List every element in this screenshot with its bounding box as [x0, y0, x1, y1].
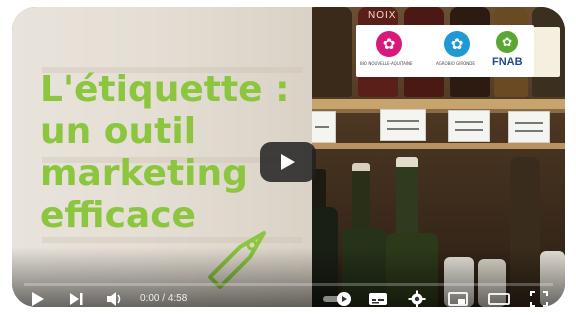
- time-display: 0:00 / 4:58: [140, 293, 187, 304]
- subtitles-icon: [369, 293, 387, 305]
- progress-bar[interactable]: [24, 283, 553, 286]
- next-button[interactable]: [68, 289, 84, 307]
- duration: 4:58: [167, 293, 188, 304]
- large-play-button[interactable]: [260, 142, 316, 182]
- title-line: L'étiquette :: [40, 69, 290, 110]
- partner-logos: ✿ BIO NOUVELLE-AQUITAINE ✿ AGROBIO GIRON…: [356, 25, 534, 77]
- autoplay-toggle-icon: [323, 292, 351, 306]
- play-icon: [32, 292, 44, 306]
- subtitles-button[interactable]: [368, 289, 388, 307]
- logo-caption: BIO NOUVELLE-AQUITAINE: [360, 61, 413, 66]
- shelf-board: [302, 143, 565, 149]
- video-player[interactable]: NOIX ✿ BIO NOUVELLE-AQUITAINE ✿ AGROBIO …: [12, 7, 565, 307]
- autoplay-toggle[interactable]: [322, 289, 352, 307]
- gear-icon: [408, 290, 426, 307]
- play-icon: [281, 154, 295, 170]
- volume-icon: [107, 292, 121, 306]
- miniplayer-icon: [448, 292, 468, 306]
- theater-mode-button[interactable]: [488, 289, 510, 307]
- volume-button[interactable]: [106, 289, 124, 307]
- fullscreen-icon: [530, 291, 548, 307]
- fnab-logo-icon: ✿: [496, 31, 518, 53]
- price-tag: [508, 111, 550, 143]
- bottle: [308, 7, 352, 97]
- next-icon: [70, 293, 83, 305]
- fullscreen-button[interactable]: [530, 289, 548, 307]
- logo-caption: AGROBIO GIRONDE: [436, 61, 475, 66]
- bio-nouvelle-aquitaine-logo: ✿: [376, 31, 402, 57]
- theater-mode-icon: [488, 293, 510, 305]
- time-separator: /: [159, 293, 168, 304]
- current-time: 0:00: [140, 293, 160, 304]
- shelf-board: [302, 99, 565, 109]
- price-tag: [448, 110, 490, 142]
- play-button[interactable]: [30, 289, 46, 307]
- miniplayer-button[interactable]: [448, 289, 468, 307]
- fnab-logo-text: FNAB: [492, 56, 523, 68]
- agrobio-gironde-logo: ✿: [444, 31, 470, 57]
- price-tag: [308, 111, 336, 143]
- bottle-label-text: NOIX: [368, 10, 397, 21]
- settings-button[interactable]: [408, 289, 426, 307]
- bottle-label: [532, 27, 560, 77]
- controls-gradient: [12, 247, 565, 307]
- price-tag: [380, 109, 426, 141]
